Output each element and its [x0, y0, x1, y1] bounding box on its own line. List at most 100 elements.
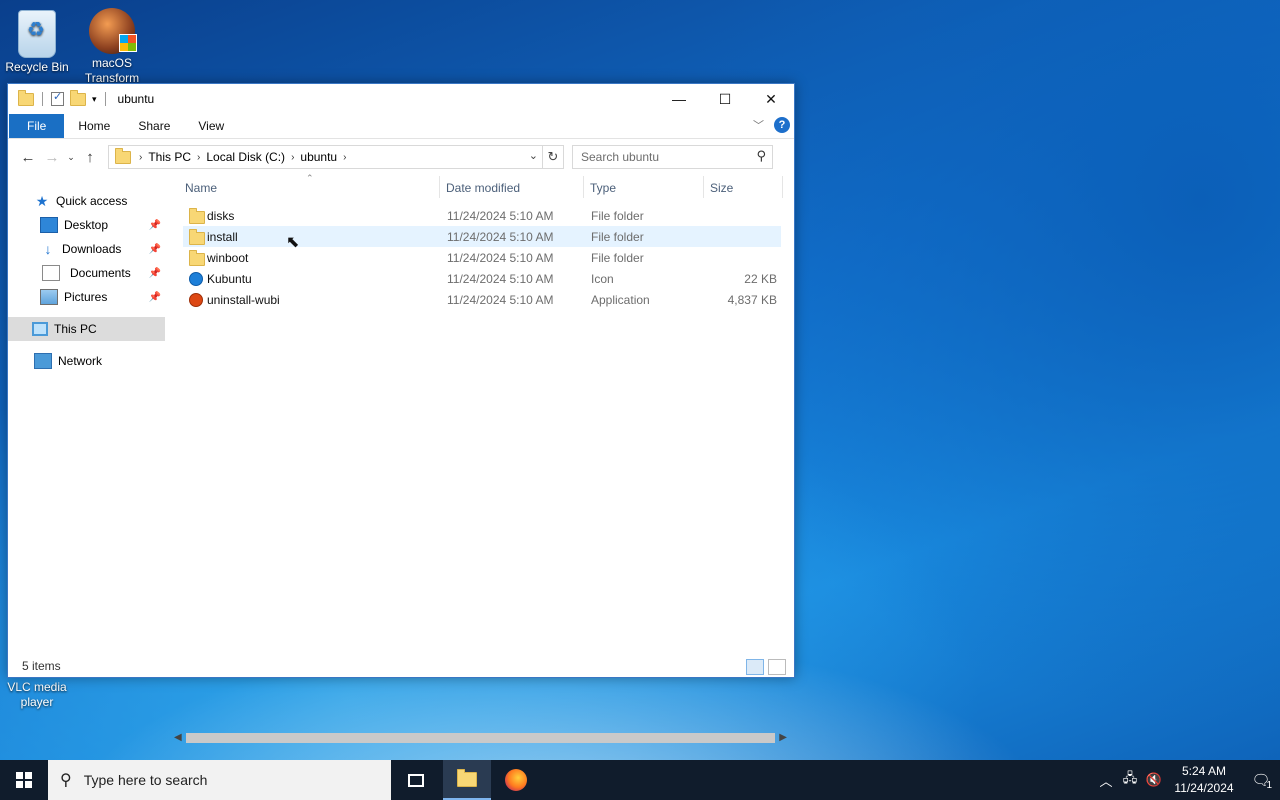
file-date: 11/24/2024 5:10 AM	[447, 230, 554, 244]
sidebar-item-documents[interactable]: Documents 📌	[8, 261, 165, 285]
breadcrumb-local-disk[interactable]: Local Disk (C:)	[206, 150, 285, 164]
pin-icon[interactable]: 📌	[149, 220, 161, 231]
column-header-size[interactable]: Size	[710, 181, 733, 195]
start-button[interactable]	[0, 760, 48, 800]
search-input[interactable]	[579, 149, 743, 165]
ubuntu-app-icon	[189, 293, 203, 307]
file-type: File folder	[591, 209, 644, 223]
window-title: ubuntu	[117, 92, 155, 106]
windows-logo-icon	[16, 772, 32, 788]
file-size: 22 KB	[744, 272, 777, 286]
up-button[interactable]: ↑	[78, 149, 102, 166]
search-box[interactable]: ⚲	[572, 145, 773, 169]
title-bar[interactable]: ▾ ubuntu — ☐ ✕	[8, 84, 794, 114]
taskbar-file-explorer[interactable]	[443, 760, 491, 800]
column-headers: ⌃ Name Date modified Type Size	[178, 173, 786, 200]
horizontal-scrollbar[interactable]: ◀ ▶	[172, 730, 789, 746]
back-button[interactable]: ←	[16, 149, 40, 166]
tab-share[interactable]: Share	[124, 114, 184, 138]
show-hidden-icons-chevron-icon[interactable]: ︿	[1094, 771, 1118, 790]
download-icon: ↓	[44, 241, 52, 257]
desktop-icon-recycle-bin[interactable]: Recycle Bin	[0, 4, 74, 75]
kubuntu-icon	[189, 272, 203, 286]
folder-icon	[189, 250, 205, 266]
folder-icon	[189, 229, 205, 245]
recent-locations-chevron-icon[interactable]: ⌄	[64, 152, 78, 163]
breadcrumb-chevron-icon[interactable]: ›	[197, 152, 200, 163]
refresh-button[interactable]: ↻	[543, 145, 564, 169]
file-name: Kubuntu	[207, 272, 252, 286]
sidebar-item-downloads[interactable]: ↓ Downloads 📌	[8, 237, 165, 261]
address-bar[interactable]: › This PC › Local Disk (C:) › ubuntu › ⌄	[108, 145, 543, 169]
file-name: disks	[207, 209, 235, 223]
new-folder-icon[interactable]	[70, 89, 86, 106]
minimize-button[interactable]: —	[656, 84, 702, 114]
forward-button[interactable]: →	[40, 149, 64, 166]
breadcrumb-this-pc[interactable]: This PC	[148, 150, 191, 164]
pin-icon[interactable]: 📌	[149, 268, 161, 279]
maximize-button[interactable]: ☐	[702, 84, 748, 114]
sidebar-item-network[interactable]: Network	[8, 349, 165, 373]
file-row-winboot[interactable]: winboot 11/24/2024 5:10 AM File folder	[183, 247, 781, 268]
file-explorer-window: ▾ ubuntu — ☐ ✕ File Home Share View ﹀ ? …	[7, 83, 795, 743]
properties-icon[interactable]	[51, 90, 64, 106]
tab-file[interactable]: File	[9, 114, 65, 138]
customize-toolbar-chevron-icon[interactable]: ▾	[92, 94, 97, 105]
clock-date: 11/24/2024	[1174, 781, 1234, 795]
column-header-type[interactable]: Type	[590, 181, 616, 195]
details-view-button[interactable]	[746, 659, 764, 675]
column-header-date-modified[interactable]: Date modified	[446, 181, 520, 195]
tab-view[interactable]: View	[184, 114, 238, 138]
sidebar-item-label: Quick access	[56, 194, 128, 208]
desktop-icon-macos-transform[interactable]: macOS Transform	[75, 4, 149, 86]
sidebar-item-quick-access[interactable]: ★ Quick access	[8, 189, 165, 213]
navigation-pane: ★ Quick access Desktop 📌 ↓ Downloads 📌 D…	[8, 174, 165, 644]
close-button[interactable]: ✕	[748, 84, 794, 114]
scroll-right-arrow-icon[interactable]: ▶	[779, 730, 787, 746]
pin-icon[interactable]: 📌	[149, 292, 161, 303]
breadcrumb-ubuntu[interactable]: ubuntu	[300, 150, 337, 164]
address-dropdown-icon[interactable]: ⌄	[529, 149, 538, 162]
help-button[interactable]: ?	[774, 117, 790, 133]
desktop-icon-label: VLC media player	[7, 680, 67, 709]
file-row-uninstall-wubi[interactable]: uninstall-wubi 11/24/2024 5:10 AM Applic…	[183, 289, 781, 310]
pin-icon[interactable]: 📌	[149, 244, 161, 255]
file-date: 11/24/2024 5:10 AM	[447, 209, 554, 223]
breadcrumb-chevron-icon[interactable]: ›	[291, 152, 294, 163]
expand-ribbon-chevron-icon[interactable]: ﹀	[753, 117, 764, 133]
scrollbar-thumb[interactable]	[186, 733, 775, 743]
sidebar-item-label: This PC	[54, 322, 97, 336]
volume-muted-icon[interactable]: 🔇	[1142, 772, 1166, 788]
large-icons-view-button[interactable]	[768, 659, 786, 675]
file-name: install	[207, 230, 238, 244]
star-icon: ★	[35, 193, 49, 209]
tab-home[interactable]: Home	[64, 114, 124, 138]
desktop-icon-vlc[interactable]: VLC media player	[0, 680, 74, 710]
sidebar-item-this-pc[interactable]: This PC	[8, 317, 165, 341]
scroll-left-arrow-icon[interactable]: ◀	[174, 730, 182, 746]
column-header-name[interactable]: Name	[185, 181, 217, 195]
file-explorer-icon	[457, 768, 477, 787]
breadcrumb-chevron-icon[interactable]: ›	[139, 152, 142, 163]
taskbar-firefox[interactable]	[492, 760, 540, 800]
action-center-button[interactable]: 🗨 1	[1242, 771, 1280, 791]
file-name: uninstall-wubi	[207, 293, 280, 307]
task-view-button[interactable]	[392, 760, 440, 800]
breadcrumb-chevron-icon[interactable]: ›	[343, 152, 346, 163]
taskbar-search-placeholder: Type here to search	[83, 772, 208, 788]
taskbar-search-box[interactable]: ⚲ Type here to search	[48, 760, 391, 800]
file-row-install[interactable]: install 11/24/2024 5:10 AM File folder	[183, 226, 781, 247]
quick-access-toolbar: ▾	[8, 89, 108, 106]
taskbar: ⚲ Type here to search ︿ 🖧 🔇 5:24 AM 11/2…	[0, 760, 1280, 800]
network-status-icon[interactable]: 🖧	[1118, 769, 1142, 791]
clock[interactable]: 5:24 AM 11/24/2024	[1166, 763, 1242, 797]
sidebar-item-pictures[interactable]: Pictures 📌	[8, 285, 165, 309]
computer-icon	[32, 322, 48, 336]
task-view-icon	[408, 773, 424, 787]
pictures-icon	[40, 289, 58, 305]
sidebar-item-desktop[interactable]: Desktop 📌	[8, 213, 165, 237]
file-row-kubuntu[interactable]: Kubuntu 11/24/2024 5:10 AM Icon 22 KB	[183, 268, 781, 289]
file-date: 11/24/2024 5:10 AM	[447, 272, 554, 286]
system-tray: ︿ 🖧 🔇 5:24 AM 11/24/2024 🗨 1	[1094, 760, 1280, 800]
file-row-disks[interactable]: disks 11/24/2024 5:10 AM File folder	[183, 205, 781, 226]
